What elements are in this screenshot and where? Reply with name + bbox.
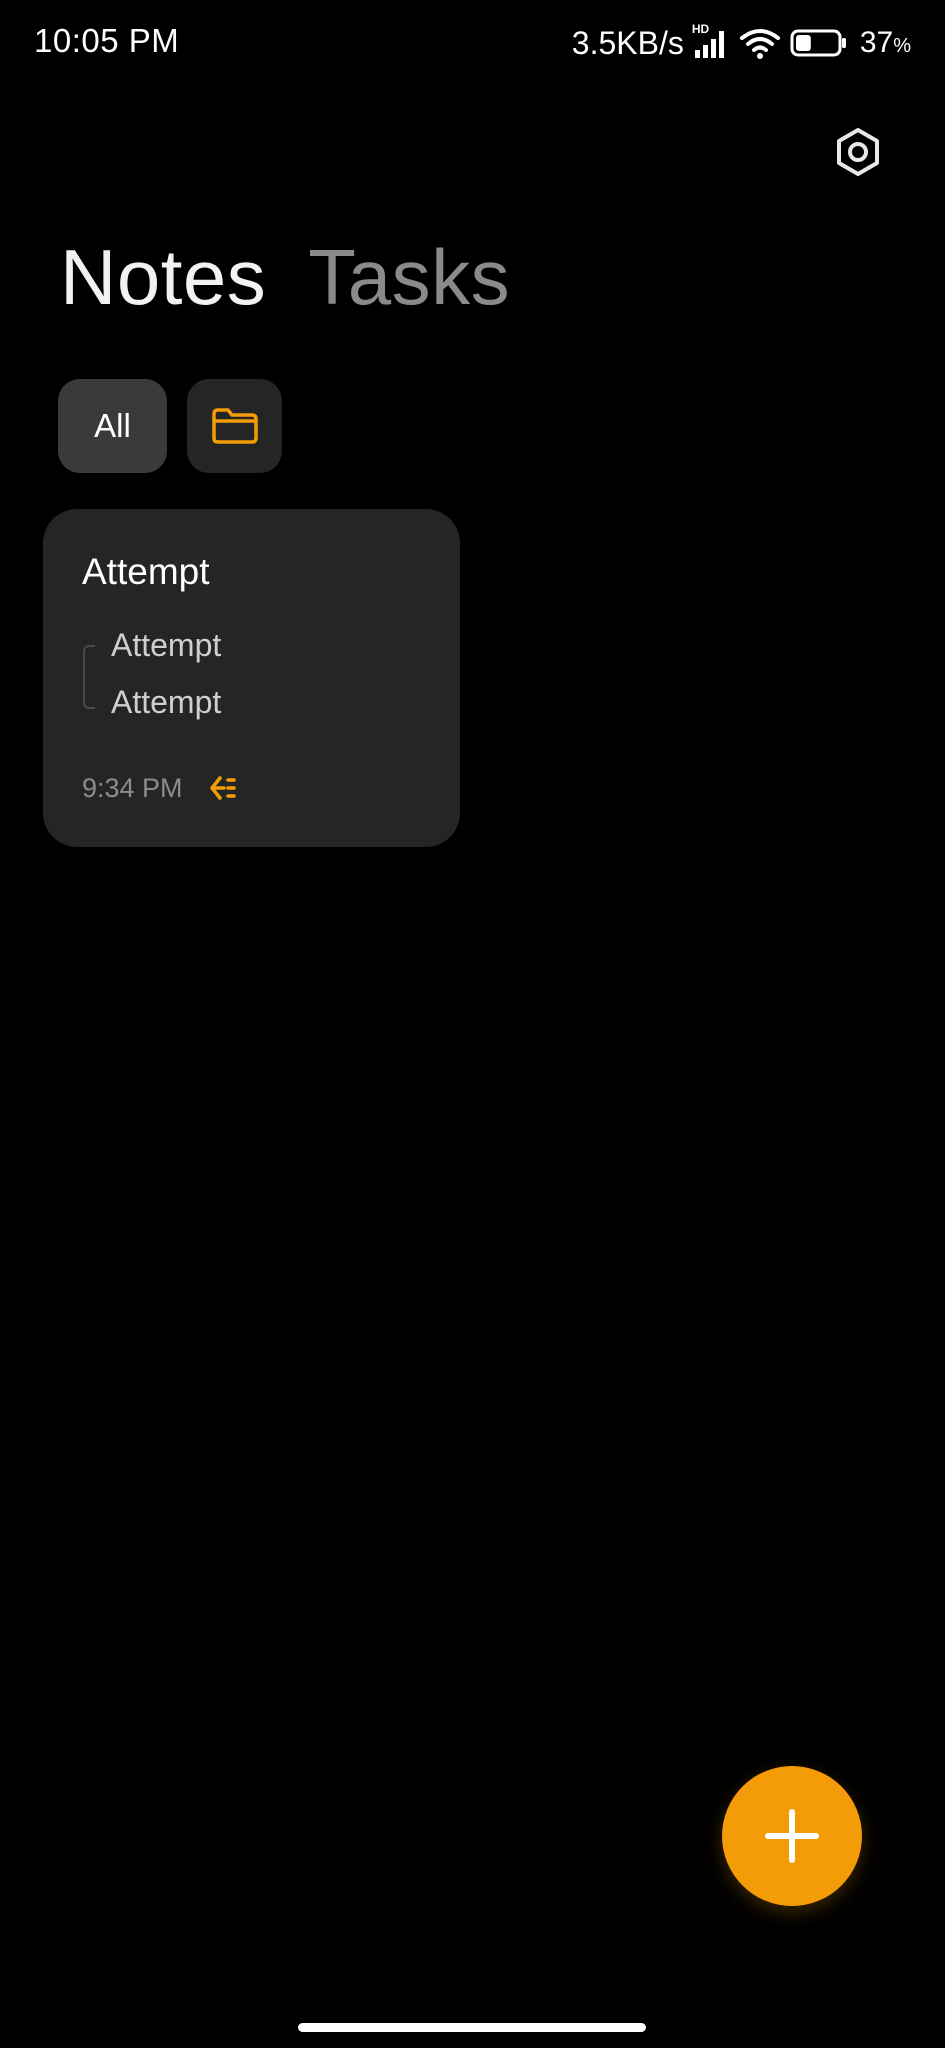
folder-filter-button[interactable] <box>187 379 282 473</box>
status-bar: 10:05 PM 3.5KB/s HD 37% <box>0 0 945 86</box>
filter-all-chip[interactable]: All <box>58 379 167 473</box>
tab-tasks[interactable]: Tasks <box>308 232 510 323</box>
battery-icon <box>790 28 848 58</box>
status-time: 10:05 PM <box>34 22 180 59</box>
note-timestamp: 9:34 PM <box>82 773 183 803</box>
checklist-icon <box>210 776 236 800</box>
battery-percent: 37% <box>860 26 911 60</box>
home-indicator[interactable] <box>298 2023 646 2032</box>
folder-icon <box>211 408 258 444</box>
note-card[interactable]: Attempt Attempt Attempt 9:34 PM <box>43 509 460 847</box>
battery-percent-value: 37 <box>859 26 894 59</box>
note-title: Attempt <box>82 551 210 592</box>
view-tabs: Notes Tasks <box>60 232 510 323</box>
add-note-button[interactable] <box>722 1766 862 1906</box>
wifi-icon <box>738 26 782 60</box>
settings-button[interactable] <box>830 124 886 180</box>
cell-signal-icon: HD <box>692 22 730 60</box>
note-preview-line: Attempt <box>111 627 222 663</box>
status-indicators: 3.5KB/s HD 37% <box>572 22 911 64</box>
settings-hexagon-icon <box>837 128 879 176</box>
network-speed: 3.5KB/s <box>571 24 684 61</box>
battery-percent-symbol: % <box>893 35 911 57</box>
plus-icon <box>765 1809 819 1863</box>
note-preview-line: Attempt <box>111 684 222 720</box>
quote-bracket <box>83 645 95 709</box>
tab-notes[interactable]: Notes <box>60 232 266 323</box>
